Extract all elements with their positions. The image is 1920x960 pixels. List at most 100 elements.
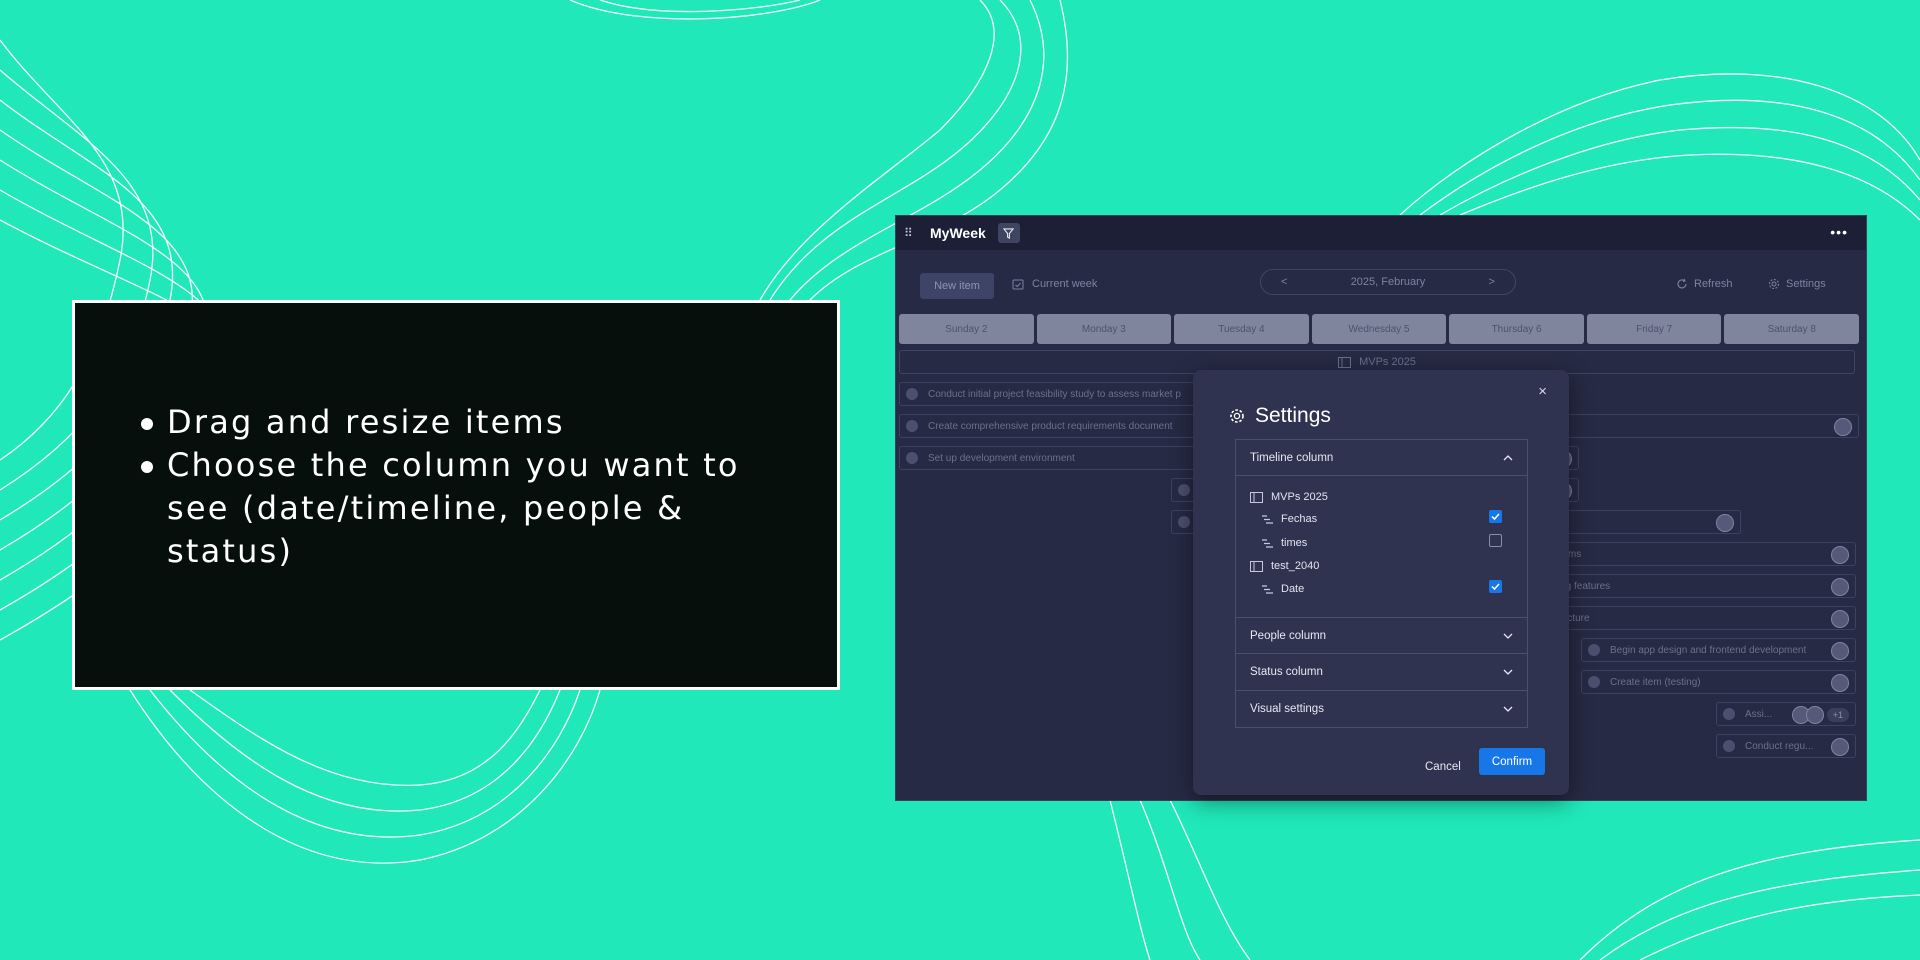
refresh-label: Refresh xyxy=(1694,278,1733,290)
board-name: MVPs 2025 xyxy=(1271,491,1328,503)
day-header: Saturday 8 xyxy=(1724,314,1860,344)
assignee-avatar[interactable] xyxy=(1831,546,1849,564)
status-dot[interactable] xyxy=(1723,708,1735,720)
assignee-avatar xyxy=(1805,706,1824,724)
checkmark-icon xyxy=(1491,583,1500,591)
board-icon xyxy=(1338,356,1352,368)
status-dot[interactable] xyxy=(1178,516,1190,528)
gear-icon xyxy=(1230,409,1244,423)
item-label: Conduct regu... xyxy=(1745,740,1814,752)
status-dot[interactable] xyxy=(906,452,918,464)
visual-settings-section[interactable]: Visual settings xyxy=(1235,691,1528,728)
app-toolbar: New item Current week < 2025, February >… xyxy=(896,250,1866,310)
status-dot[interactable] xyxy=(1588,644,1600,656)
refresh-icon xyxy=(1677,278,1687,289)
timeline-item[interactable]: Conduct regu... xyxy=(1716,734,1856,758)
status-dot[interactable] xyxy=(906,420,918,432)
bullet-choose-column: Choose the column you want to see (date/… xyxy=(141,444,807,573)
timeline-item[interactable]: Assi... +1 xyxy=(1716,702,1856,726)
item-label: Set up development environment xyxy=(928,452,1075,464)
day-header: Thursday 6 xyxy=(1449,314,1584,344)
date-checkbox[interactable] xyxy=(1489,580,1502,593)
status-dot[interactable] xyxy=(1178,484,1190,496)
assignee-avatar[interactable] xyxy=(1831,674,1849,692)
item-label: Create comprehensive product requirement… xyxy=(928,420,1173,432)
column-name: times xyxy=(1281,537,1308,549)
calendar-check-icon xyxy=(1012,279,1024,290)
column-name: Fechas xyxy=(1281,513,1318,525)
item-label: Conduct initial project feasibility stud… xyxy=(928,388,1181,400)
avatar-overflow-count: +1 xyxy=(1826,708,1849,722)
timeline-column-header[interactable]: Timeline column xyxy=(1236,440,1527,476)
assignee-avatar[interactable] xyxy=(1716,514,1734,532)
drag-handle-icon[interactable]: ⠿ xyxy=(904,226,920,240)
app-titlebar: ⠿ MyWeek ••• xyxy=(896,216,1866,250)
board-name: test_2040 xyxy=(1271,560,1320,572)
fechas-checkbox[interactable] xyxy=(1489,510,1502,523)
timeline-column-icon xyxy=(1262,538,1273,548)
gear-icon xyxy=(1769,279,1779,289)
assignee-avatar[interactable] xyxy=(1834,418,1852,436)
settings-label: Settings xyxy=(1786,278,1826,290)
column-name: Date xyxy=(1281,583,1305,595)
confirm-button[interactable]: Confirm xyxy=(1479,748,1545,775)
section-label: Status column xyxy=(1250,666,1323,678)
times-checkbox[interactable] xyxy=(1489,534,1502,547)
timeline-item[interactable]: Begin app design and frontend developmen… xyxy=(1581,638,1856,662)
item-label: Assi... xyxy=(1745,708,1773,720)
board-icon xyxy=(1250,560,1263,572)
timeline-column-icon xyxy=(1262,514,1273,524)
people-column-section[interactable]: People column xyxy=(1235,617,1528,654)
day-header: Monday 3 xyxy=(1036,314,1172,344)
refresh-button[interactable]: Refresh xyxy=(1676,278,1733,290)
chevron-up-icon xyxy=(1503,454,1513,460)
assignee-avatar[interactable] xyxy=(1831,642,1849,660)
month-label: 2025, February xyxy=(1350,276,1426,288)
new-item-button[interactable]: New item xyxy=(920,273,994,299)
chevron-down-icon xyxy=(1503,669,1513,675)
status-dot[interactable] xyxy=(1588,676,1600,688)
next-month-button[interactable]: > xyxy=(1489,276,1495,288)
section-label: Visual settings xyxy=(1250,703,1324,715)
prev-month-button[interactable]: < xyxy=(1281,276,1287,288)
timeline-item[interactable]: Create item (testing) xyxy=(1581,670,1856,694)
timeline-column-section: Timeline column MVPs 2025 Fechas times t… xyxy=(1235,439,1528,617)
day-header: Sunday 2 xyxy=(899,314,1034,344)
visual-settings-header[interactable]: Visual settings xyxy=(1236,691,1527,727)
section-label: Timeline column xyxy=(1250,451,1334,464)
status-dot[interactable] xyxy=(906,388,918,400)
chevron-down-icon xyxy=(1503,633,1513,639)
assignee-avatar[interactable] xyxy=(1831,610,1849,628)
chevron-down-icon xyxy=(1503,706,1513,712)
timeline-item[interactable]: Conduct initial project feasibility stud… xyxy=(899,382,1199,406)
timeline-item[interactable]: racking features xyxy=(1536,574,1856,598)
group-name: MVPs 2025 xyxy=(1359,356,1416,368)
board-icon xyxy=(1250,491,1263,503)
filter-button[interactable] xyxy=(997,223,1020,243)
month-navigator: < 2025, February > xyxy=(1260,269,1516,295)
modal-header: Settings xyxy=(1229,404,1331,428)
status-column-header[interactable]: Status column xyxy=(1236,654,1527,690)
status-dot[interactable] xyxy=(1723,740,1735,752)
close-icon[interactable]: × xyxy=(1538,383,1547,400)
bullet-drag-resize: Drag and resize items xyxy=(141,401,807,444)
current-week-button[interactable]: Current week xyxy=(1012,278,1097,290)
assignee-avatar[interactable] xyxy=(1831,738,1849,756)
assignee-avatar-group[interactable]: +1 xyxy=(1791,706,1849,724)
current-week-label: Current week xyxy=(1032,278,1098,290)
timeline-item[interactable]: chanisms xyxy=(1536,542,1856,566)
board-row: test_2040 xyxy=(1250,560,1319,572)
assignee-avatar[interactable] xyxy=(1831,578,1849,596)
more-options-icon[interactable]: ••• xyxy=(1830,224,1848,240)
day-header: Tuesday 4 xyxy=(1174,314,1309,344)
people-column-header[interactable]: People column xyxy=(1236,618,1527,654)
modal-title: Settings xyxy=(1255,404,1331,427)
cancel-button[interactable]: Cancel xyxy=(1425,754,1461,780)
status-column-section[interactable]: Status column xyxy=(1235,654,1528,691)
filter-icon xyxy=(1003,227,1015,239)
week-day-headers: Sunday 2 Monday 3 Tuesday 4 Wednesday 5 … xyxy=(899,314,1860,344)
column-row: times xyxy=(1262,537,1307,549)
settings-button[interactable]: Settings xyxy=(1768,278,1826,290)
column-row: Date xyxy=(1262,583,1304,595)
timeline-item[interactable]: frastructure xyxy=(1536,606,1856,630)
